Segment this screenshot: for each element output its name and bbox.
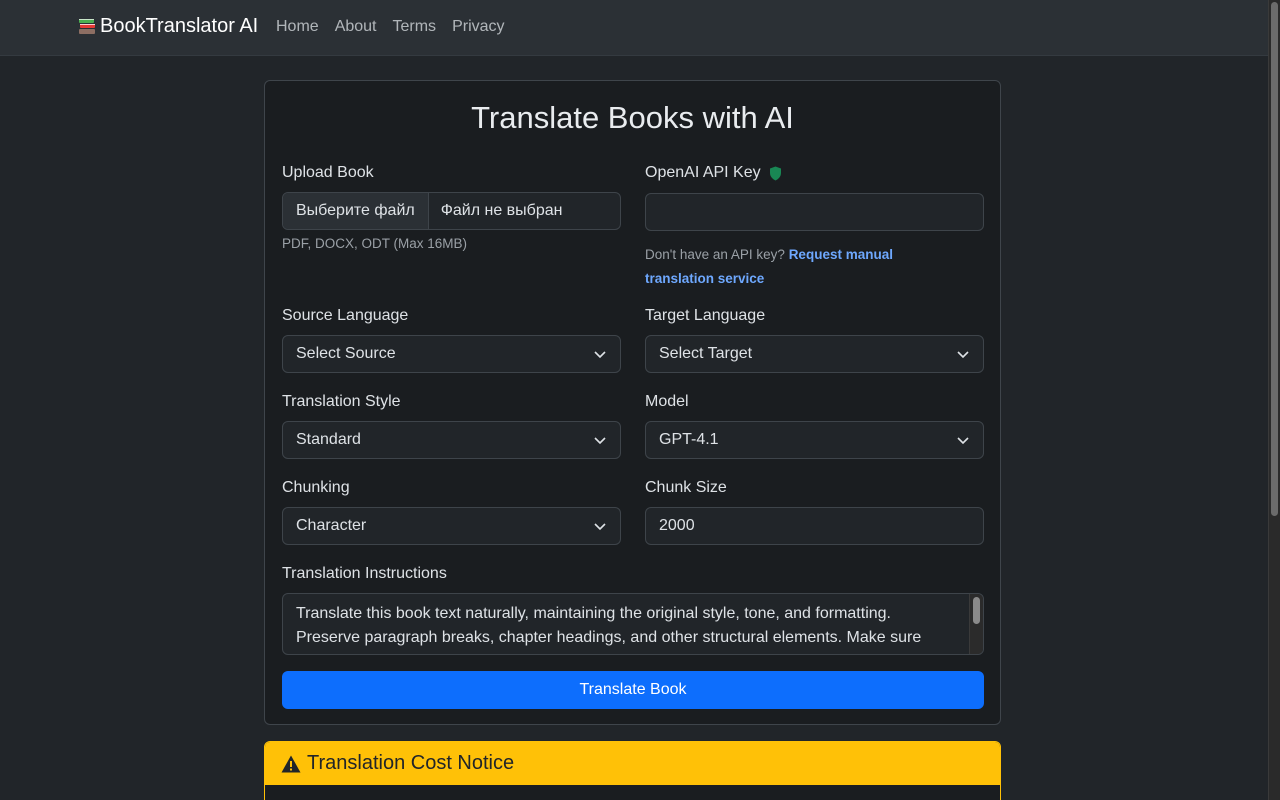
chevron-down-icon bbox=[594, 351, 606, 359]
nav-about[interactable]: About bbox=[335, 18, 377, 36]
api-key-hint: Don't have an API key? Request manual tr… bbox=[645, 243, 945, 291]
brand-name: BookTranslator AI bbox=[100, 15, 259, 37]
page-scrollbar[interactable] bbox=[1268, 0, 1280, 800]
choose-file-button[interactable]: Выберите файл bbox=[283, 193, 429, 229]
chevron-down-icon bbox=[594, 437, 606, 445]
shield-icon bbox=[769, 166, 781, 180]
translation-style-label: Translation Style bbox=[282, 393, 401, 410]
model-select[interactable]: GPT-4.1 bbox=[645, 421, 984, 459]
target-language-select[interactable]: Select Target bbox=[645, 335, 984, 373]
cost-notice-header: Translation Cost Notice bbox=[265, 742, 1000, 785]
page-scrollbar-thumb[interactable] bbox=[1271, 2, 1278, 516]
chunking-label: Chunking bbox=[282, 479, 350, 496]
source-language-select[interactable]: Select Source bbox=[282, 335, 621, 373]
chunk-size-input[interactable]: 2000 bbox=[645, 507, 984, 545]
model-value: GPT-4.1 bbox=[659, 431, 719, 448]
instructions-text: Translate this book text naturally, main… bbox=[296, 605, 922, 646]
target-language-label: Target Language bbox=[645, 307, 766, 324]
translate-book-button[interactable]: Translate Book bbox=[282, 671, 984, 709]
chevron-down-icon bbox=[594, 523, 606, 531]
instructions-textarea[interactable]: Translate this book text naturally, main… bbox=[282, 593, 984, 655]
model-label: Model bbox=[645, 393, 689, 410]
file-input[interactable]: Выберите файл Файл не выбран bbox=[282, 192, 621, 230]
chunk-size-label: Chunk Size bbox=[645, 479, 727, 496]
target-language-value: Select Target bbox=[659, 345, 753, 362]
translation-style-select[interactable]: Standard bbox=[282, 421, 621, 459]
api-key-label-row: OpenAI API Key bbox=[645, 164, 782, 182]
cost-notice-card: Translation Cost Notice bbox=[264, 741, 1001, 800]
api-key-hint-text: Don't have an API key? bbox=[645, 247, 785, 262]
chunk-size-value: 2000 bbox=[659, 517, 695, 534]
cost-notice-title: Translation Cost Notice bbox=[307, 752, 515, 774]
nav-links: Home About Terms Privacy bbox=[276, 18, 521, 36]
books-icon bbox=[79, 18, 95, 34]
api-key-label: OpenAI API Key bbox=[645, 164, 761, 181]
nav-privacy[interactable]: Privacy bbox=[452, 18, 504, 36]
file-status: Файл не выбран bbox=[440, 202, 563, 219]
textarea-scrollbar[interactable] bbox=[969, 594, 983, 654]
chevron-down-icon bbox=[957, 351, 969, 359]
chevron-down-icon bbox=[957, 437, 969, 445]
upload-label: Upload Book bbox=[282, 164, 374, 181]
upload-hint: PDF, DOCX, ODT (Max 16MB) bbox=[282, 236, 468, 251]
source-language-value: Select Source bbox=[296, 345, 396, 362]
navbar: BookTranslator AI Home About Terms Priva… bbox=[0, 0, 1268, 56]
api-key-input[interactable] bbox=[645, 193, 984, 231]
textarea-scrollbar-thumb[interactable] bbox=[973, 597, 980, 624]
chunking-value: Character bbox=[296, 517, 367, 534]
brand[interactable]: BookTranslator AI bbox=[78, 15, 258, 38]
translate-form-card: Translate Books with AI Upload Book Выбе… bbox=[264, 80, 1001, 725]
page-title: Translate Books with AI bbox=[471, 100, 794, 135]
instructions-label: Translation Instructions bbox=[282, 565, 447, 582]
nav-terms[interactable]: Terms bbox=[393, 18, 437, 36]
translation-style-value: Standard bbox=[296, 431, 361, 448]
chunking-select[interactable]: Character bbox=[282, 507, 621, 545]
warning-icon bbox=[281, 755, 301, 772]
nav-home[interactable]: Home bbox=[276, 18, 319, 36]
source-language-label: Source Language bbox=[282, 307, 409, 324]
